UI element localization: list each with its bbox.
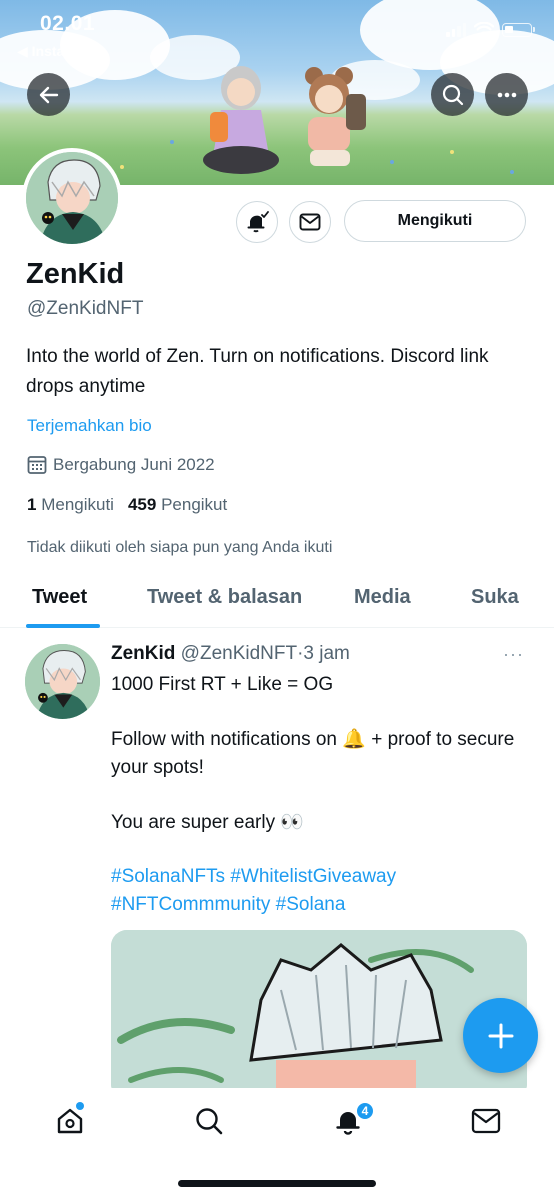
back-button[interactable] (27, 73, 70, 116)
envelope-icon (299, 213, 321, 231)
back-to-app-link[interactable]: ◀ Instagram (17, 43, 99, 60)
followers-count: 459 (127, 495, 157, 514)
profile-tabs: Tweet Tweet & balasan Media Suka (0, 570, 554, 628)
cellular-signal-icon (446, 22, 466, 37)
following-stat[interactable]: 1 Mengikuti (27, 495, 114, 515)
tweet-author-avatar[interactable] (25, 644, 100, 719)
nav-explore[interactable] (192, 1104, 226, 1138)
arrow-left-icon (39, 86, 58, 103)
wifi-icon (474, 22, 494, 36)
follow-stats: 1 Mengikuti 459 Pengikut (27, 495, 227, 515)
tweet-author-handle: @ZenKidNFT (180, 643, 298, 664)
more-button[interactable] (485, 73, 528, 116)
nav-messages[interactable] (469, 1104, 503, 1138)
tab-media[interactable]: Media (354, 586, 411, 609)
active-tab-indicator (26, 624, 100, 628)
envelope-icon (471, 1108, 501, 1134)
following-button[interactable]: Mengikuti (344, 200, 526, 242)
joined-date-text: Bergabung Juni 2022 (53, 455, 215, 474)
tweet-text-line-1: 1000 First RT + Like = OG (111, 674, 334, 695)
mutual-followers-note: Tidak diikuti oleh siapa pun yang Anda i… (27, 539, 333, 556)
translate-bio-link[interactable]: Terjemahkan bio (27, 416, 152, 436)
search-icon (196, 1108, 223, 1135)
profile-bio: Into the world of Zen. Turn on notificat… (26, 346, 489, 397)
followers-stat[interactable]: 459 Pengikut (128, 495, 227, 515)
status-icons (446, 22, 535, 37)
tweet-more-button[interactable]: ··· (503, 644, 524, 665)
calendar-icon (27, 456, 47, 474)
more-horizontal-icon (497, 92, 516, 97)
banner-character-right (290, 62, 370, 182)
message-button[interactable] (289, 201, 331, 243)
tweet-hashtags[interactable]: #SolanaNFTs #WhitelistGiveaway #NFTCommm… (111, 863, 531, 919)
tweet-text-line-2: Follow with notifications on 🔔 + proof t… (111, 729, 515, 778)
following-count: 1 (27, 495, 37, 514)
joined-date: Bergabung Juni 2022 (27, 455, 215, 475)
tab-tweets-and-replies[interactable]: Tweet & balasan (147, 586, 302, 609)
home-indicator-bar[interactable] (178, 1180, 376, 1187)
search-icon (442, 84, 463, 105)
battery-icon (502, 22, 535, 37)
profile-avatar[interactable] (22, 148, 122, 248)
home-unread-dot (76, 1102, 84, 1110)
status-bar: 02.01 ◀ Instagram (0, 0, 554, 60)
tweet-text-line-3: You are super early 👀 (111, 812, 305, 833)
followers-label: Pengikut (161, 495, 228, 514)
plus-icon (488, 1023, 513, 1048)
bell-check-icon (247, 211, 269, 233)
following-label: Mengikuti (41, 495, 114, 514)
compose-tweet-button[interactable] (463, 998, 538, 1073)
home-icon (57, 1108, 83, 1134)
search-button[interactable] (431, 73, 474, 116)
tweet-author-name[interactable]: ZenKid (111, 643, 175, 664)
status-time: 02.01 (40, 12, 96, 35)
tab-tweets[interactable]: Tweet (32, 586, 87, 609)
notifications-toggle-button[interactable] (236, 201, 278, 243)
banner-character-left (196, 60, 286, 183)
profile-handle: @ZenKidNFT (27, 298, 144, 319)
tweet-header: ZenKid @ZenKidNFT·3 jam (111, 643, 350, 665)
profile-name: ZenKid (26, 258, 125, 290)
tweet-time: 3 jam (303, 643, 350, 664)
tab-likes[interactable]: Suka (471, 586, 519, 609)
notifications-badge: 4 (355, 1101, 375, 1121)
tweet-media-image[interactable] (111, 930, 527, 1100)
